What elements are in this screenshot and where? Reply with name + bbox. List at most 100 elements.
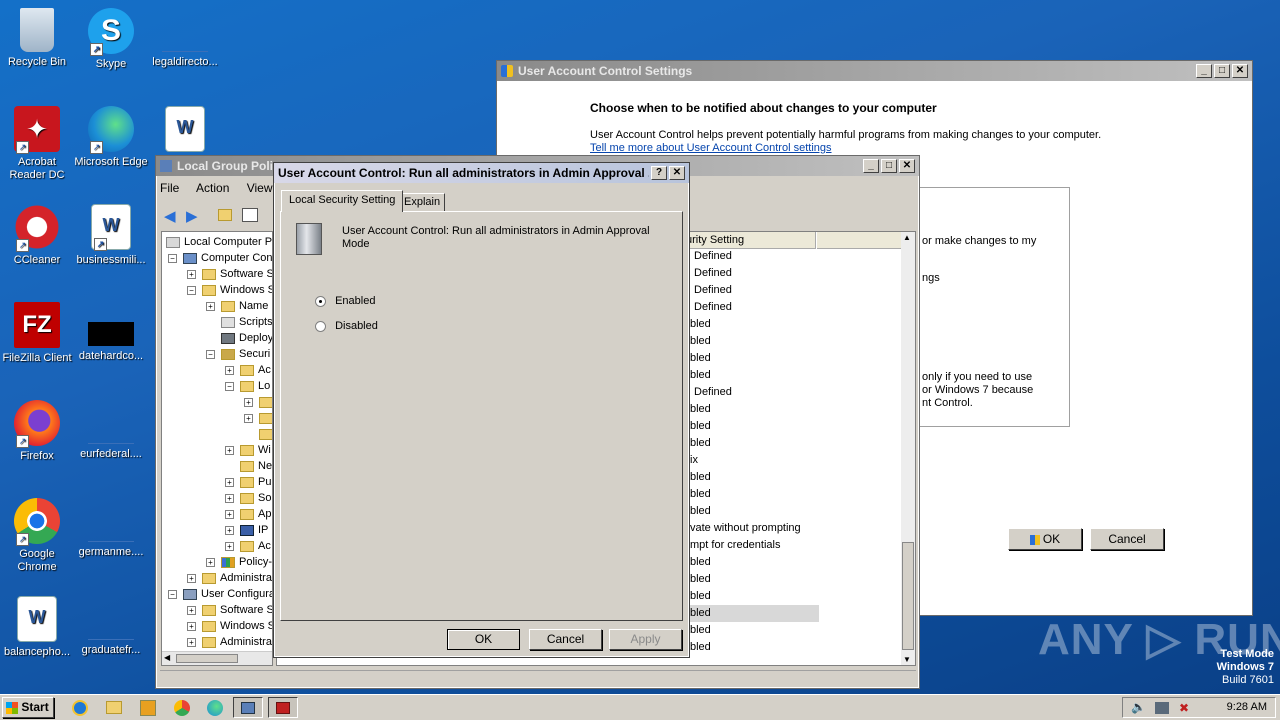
list-item[interactable]: bled [690, 622, 711, 639]
menu-view[interactable]: View [247, 181, 273, 195]
shield-flag-icon[interactable]: ✖ [1179, 701, 1189, 715]
tree-item[interactable]: + So [225, 490, 271, 506]
list-item[interactable]: bled [690, 503, 711, 520]
tree-item[interactable]: + Software S [187, 266, 272, 282]
list-item[interactable]: bled [690, 333, 711, 350]
tree-item[interactable]: + Wi [225, 442, 271, 458]
desktop-icon-graduatefr[interactable]: graduatefr... [74, 596, 148, 657]
uac-ok-button[interactable]: OK [1008, 528, 1082, 550]
chrome-icon[interactable] [174, 700, 190, 716]
list-item[interactable]: Defined [694, 384, 732, 401]
tree-item[interactable]: Deploy [221, 330, 272, 346]
close-icon[interactable]: ✕ [669, 166, 685, 180]
desktop-icon-firefox[interactable]: ↗ Firefox [0, 400, 74, 463]
tree-item[interactable]: + Ap [225, 506, 271, 522]
maximize-icon[interactable]: □ [1214, 64, 1230, 78]
list-item[interactable]: bled [690, 316, 711, 333]
tree-item[interactable]: + Name [206, 298, 268, 314]
list-item[interactable]: Defined [694, 248, 732, 265]
scrollbar-thumb[interactable] [176, 654, 238, 663]
internet-explorer-icon[interactable] [72, 700, 88, 716]
dialog-apply-button[interactable]: Apply [609, 629, 682, 650]
taskbar-uac-button[interactable] [268, 697, 298, 718]
list-column-header[interactable]: urity Setting [686, 232, 816, 249]
desktop-icon-acrobat[interactable]: ✦ ↗ Acrobat Reader DC [0, 106, 74, 182]
media-player-icon[interactable] [140, 700, 156, 716]
scrollbar-thumb[interactable] [902, 542, 914, 650]
tab-explain[interactable]: Explain [399, 193, 446, 211]
list-item[interactable]: bled [690, 588, 711, 605]
desktop-icon-skype[interactable]: S ↗ Skype [74, 8, 148, 71]
tree-horizontal-scrollbar[interactable]: ◀ [162, 651, 272, 665]
list-item[interactable]: bled [690, 401, 711, 418]
tree-item[interactable]: Local Computer Po [166, 234, 272, 250]
enabled-radio[interactable]: Enabled [315, 295, 375, 307]
uac-settings-titlebar[interactable]: User Account Control Settings _ □ ✕ [497, 61, 1252, 81]
disabled-radio[interactable]: Disabled [315, 320, 378, 332]
up-folder-icon[interactable] [218, 209, 232, 221]
tree-item[interactable]: − User Configura [168, 586, 272, 602]
list-vertical-scrollbar[interactable]: ▲ ▼ [901, 232, 915, 665]
tree-item[interactable]: + IP [225, 522, 268, 538]
list-item[interactable]: bled [690, 435, 711, 452]
list-item[interactable]: bled [690, 469, 711, 486]
tree-item[interactable]: + Pu [225, 474, 271, 490]
show-hide-tree-icon[interactable] [242, 208, 258, 222]
desktop-icon-legaldirecto[interactable]: legaldirecto... [148, 8, 222, 69]
list-column-header-empty[interactable] [817, 232, 901, 249]
list-item[interactable]: Defined [694, 282, 732, 299]
desktop-icon-filezilla[interactable]: FZ FileZilla Client [0, 302, 74, 365]
list-item[interactable]: mpt for credentials [690, 537, 780, 554]
gpo-tree-pane[interactable]: Local Computer Po − Computer Con + Softwar… [161, 231, 273, 666]
list-item[interactable]: bled [690, 486, 711, 503]
minimize-icon[interactable]: _ [863, 159, 879, 173]
tree-item[interactable]: − Securi [206, 346, 270, 362]
desktop-icon-recycle-bin[interactable]: Recycle Bin [0, 8, 74, 69]
tree-item[interactable]: + [244, 410, 272, 426]
volume-icon[interactable]: 🔈 [1131, 700, 1146, 714]
desktop-icon-eurfederal[interactable]: eurfederal.... [74, 400, 148, 461]
tree-item[interactable]: − Lo [225, 378, 270, 394]
radio-unchecked-icon[interactable] [315, 320, 326, 332]
menu-file[interactable]: File [160, 181, 179, 195]
tree-item[interactable]: Scripts [221, 314, 272, 330]
tree-item[interactable] [259, 426, 272, 442]
tree-item[interactable]: + Windows S [187, 618, 272, 634]
desktop-icon-edge[interactable]: ↗ Microsoft Edge [74, 106, 148, 169]
uac-learn-more-link[interactable]: Tell me more about User Account Control … [590, 142, 832, 154]
clock[interactable]: 9:28 AM [1227, 701, 1267, 713]
desktop-icon-germanme[interactable]: germanme.... [74, 498, 148, 559]
list-item[interactable]: bled [690, 350, 711, 367]
edge-icon[interactable] [207, 700, 223, 716]
scroll-up-icon[interactable]: ▲ [903, 233, 911, 242]
start-button[interactable]: Start [2, 697, 54, 718]
tab-local-security-setting[interactable]: Local Security Setting [281, 190, 404, 212]
scroll-left-icon[interactable]: ◀ [164, 653, 170, 662]
close-icon[interactable]: ✕ [1232, 64, 1248, 78]
dialog-cancel-button[interactable]: Cancel [529, 629, 602, 650]
list-item[interactable]: bled [690, 554, 711, 571]
tree-item[interactable]: Ne [240, 458, 272, 474]
tree-item[interactable]: + Policy- [206, 554, 272, 570]
list-item-selected[interactable]: bled [690, 605, 819, 622]
desktop-icon-balancepho[interactable]: W balancepho... [0, 596, 74, 659]
list-item[interactable]: vate without prompting [690, 520, 801, 537]
tree-item[interactable]: + Ac [225, 538, 271, 554]
back-arrow-icon[interactable]: ◀ [164, 207, 176, 225]
dialog-titlebar[interactable]: User Account Control: Run all administra… [274, 163, 689, 183]
maximize-icon[interactable]: □ [881, 159, 897, 173]
tree-item[interactable]: − Computer Con [168, 250, 272, 266]
list-item[interactable]: bled [690, 418, 711, 435]
menu-action[interactable]: Action [196, 181, 229, 195]
tree-item[interactable]: + Administra [187, 634, 272, 650]
list-item[interactable]: ix [690, 452, 698, 469]
tree-item[interactable]: + [244, 394, 272, 410]
uac-cancel-button[interactable]: Cancel [1090, 528, 1164, 550]
close-icon[interactable]: ✕ [899, 159, 915, 173]
scroll-down-icon[interactable]: ▼ [903, 655, 911, 664]
file-explorer-icon[interactable] [106, 701, 122, 714]
list-item[interactable]: Defined [694, 265, 732, 282]
forward-arrow-icon[interactable]: ▶ [186, 207, 198, 225]
help-icon[interactable]: ? [651, 166, 667, 180]
taskbar-group-policy-button[interactable] [233, 697, 263, 718]
